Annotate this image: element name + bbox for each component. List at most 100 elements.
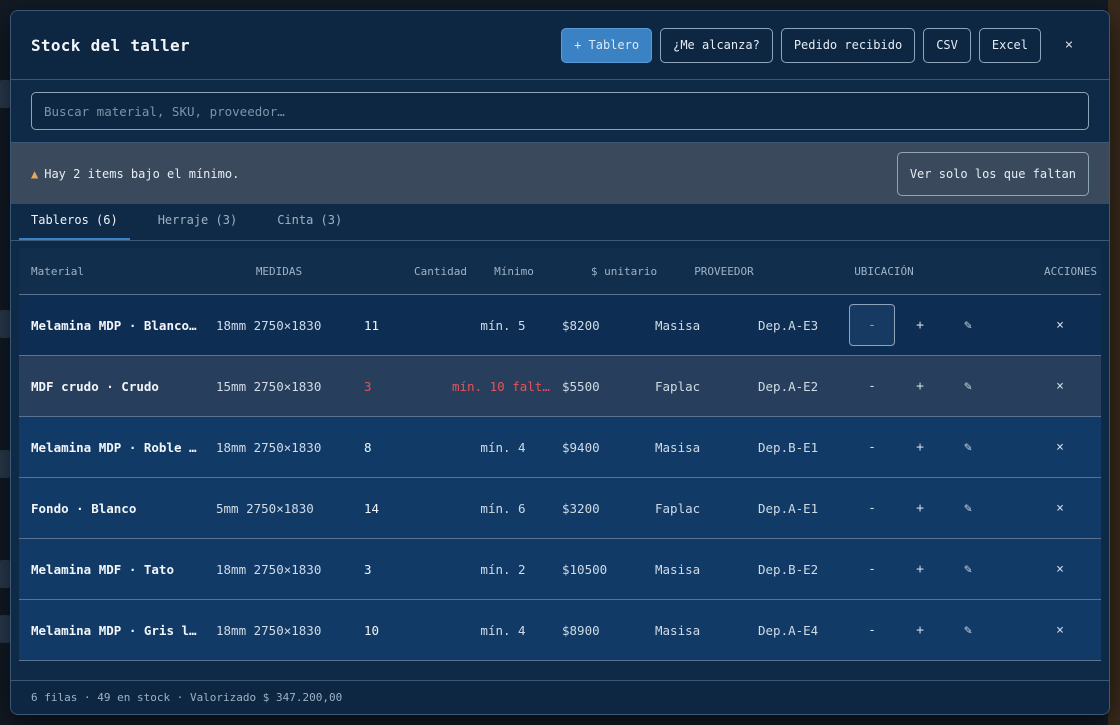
header-minimo[interactable]: Mínimo (464, 265, 554, 278)
cell-medidas: 18mm 2750×1830 (216, 317, 322, 333)
header-unitario[interactable]: $ unitario (554, 265, 674, 278)
show-missing-button[interactable]: Ver solo los que faltan (896, 151, 1089, 196)
cell-proveedor: Masisa (655, 561, 701, 577)
header-medidas[interactable]: MEDIDAS (204, 265, 354, 278)
table-row[interactable]: Fondo · Blanco 5mm 2750×1830 14 mín. 6 $3200… (19, 478, 1101, 539)
background-sidebar-item (0, 615, 10, 643)
cell-cantidad: 10 (364, 622, 380, 638)
edit-icon[interactable]: ✎ (945, 304, 991, 346)
cell-minimo: mín. 4 (480, 439, 526, 455)
cell-proveedor: Faplac (655, 500, 701, 516)
cell-cantidad: 11 (364, 317, 380, 333)
decrease-button[interactable]: - (849, 365, 895, 407)
add-board-button[interactable]: + Tablero (561, 27, 653, 63)
cell-ubicacion: Dep.B-E1 (758, 439, 819, 455)
cell-minimo: mín. 6 (480, 500, 526, 516)
cell-medidas: 18mm 2750×1830 (216, 622, 322, 638)
delete-icon[interactable]: × (1037, 609, 1083, 651)
increase-button[interactable]: + (897, 487, 943, 529)
warning-icon: ▲ (31, 166, 39, 181)
increase-button[interactable]: + (897, 548, 943, 590)
cell-medidas: 15mm 2750×1830 (216, 378, 322, 394)
header-proveedor[interactable]: PROVEEDOR (674, 265, 774, 278)
increase-button[interactable]: + (897, 426, 943, 468)
alert-message: ▲ Hay 2 items bajo el mínimo. (31, 167, 239, 181)
delete-icon[interactable]: × (1037, 304, 1083, 346)
row-actions: - + ✎ × (849, 426, 1101, 468)
cell-cantidad: 14 (364, 500, 380, 516)
row-actions: - + ✎ × (849, 609, 1101, 651)
decrease-button[interactable]: - (849, 609, 895, 651)
cell-unitario: $8900 (562, 622, 600, 638)
background-sidebar-item (0, 310, 10, 338)
row-actions: - + ✎ × (849, 548, 1101, 590)
decrease-button[interactable]: - (849, 548, 895, 590)
order-received-button[interactable]: Pedido recibido (780, 27, 916, 63)
cell-ubicacion: Dep.A-E3 (758, 317, 819, 333)
enough-check-button[interactable]: ¿Me alcanza? (660, 27, 773, 63)
cell-unitario: $8200 (562, 317, 600, 333)
header-cantidad[interactable]: Cantidad (354, 265, 467, 278)
row-actions: - + ✎ × (849, 365, 1101, 407)
increase-button[interactable]: + (897, 304, 943, 346)
row-actions: - + ✎ × (849, 304, 1101, 346)
cell-ubicacion: Dep.A-E4 (758, 622, 819, 638)
delete-icon[interactable]: × (1037, 548, 1083, 590)
cell-unitario: $5500 (562, 378, 600, 394)
increase-button[interactable]: + (897, 609, 943, 651)
stock-table: Material MEDIDAS Cantidad Mínimo $ unita… (19, 248, 1101, 681)
table-row[interactable]: Melamina MDP · Blanco… 18mm 2750×1830 11 mí… (19, 295, 1101, 356)
table-header: Material MEDIDAS Cantidad Mínimo $ unita… (19, 248, 1101, 295)
cell-proveedor: Faplac (655, 378, 701, 394)
delete-icon[interactable]: × (1037, 487, 1083, 529)
row-actions: - + ✎ × (849, 487, 1101, 529)
edit-icon[interactable]: ✎ (945, 487, 991, 529)
decrease-button[interactable]: - (849, 304, 895, 346)
header-acciones: ACCIONES (1044, 264, 1097, 278)
delete-icon[interactable]: × (1037, 426, 1083, 468)
delete-icon[interactable]: × (1037, 365, 1083, 407)
cell-proveedor: Masisa (655, 622, 701, 638)
modal-title: Stock del taller (31, 35, 190, 55)
cell-material: Melamina MDP · Gris l… (31, 622, 197, 638)
cell-material: Melamina MDP · Roble … (31, 439, 197, 455)
cell-medidas: 18mm 2750×1830 (216, 561, 322, 577)
cell-cantidad: 8 (364, 439, 372, 455)
cell-cantidad: 3 (364, 378, 372, 394)
cell-ubicacion: Dep.A-E2 (758, 378, 819, 394)
background-sidebar-item (0, 80, 10, 108)
cell-cantidad: 3 (364, 561, 372, 577)
cell-minimo: mín. 5 (480, 317, 526, 333)
cell-material: Melamina MDF · Tato (31, 561, 174, 577)
cell-material: Melamina MDP · Blanco… (31, 317, 197, 333)
table-row[interactable]: Melamina MDF · Tato 18mm 2750×1830 3 mín. 2… (19, 539, 1101, 600)
cell-proveedor: Masisa (655, 317, 701, 333)
decrease-button[interactable]: - (849, 426, 895, 468)
increase-button[interactable]: + (897, 365, 943, 407)
cell-minimo: mín. 4 (480, 622, 526, 638)
edit-icon[interactable]: ✎ (945, 365, 991, 407)
cell-medidas: 5mm 2750×1830 (216, 500, 314, 516)
cell-proveedor: Masisa (655, 439, 701, 455)
export-csv-button[interactable]: CSV (923, 27, 971, 63)
edit-icon[interactable]: ✎ (945, 548, 991, 590)
tab-tableros[interactable]: Tableros (6) (19, 213, 130, 240)
cell-medidas: 18mm 2750×1830 (216, 439, 322, 455)
cell-unitario: $3200 (562, 500, 600, 516)
table-row[interactable]: Melamina MDP · Gris l… 18mm 2750×1830 10 mí… (19, 600, 1101, 661)
tab-herraje[interactable]: Herraje (3) (146, 213, 249, 240)
stock-modal: Stock del taller + Tablero ¿Me alcanza? … (10, 10, 1110, 715)
header-material[interactable]: Material (19, 265, 204, 278)
table-row[interactable]: MDF crudo · Crudo 15mm 2750×1830 3 mín. 10 … (19, 356, 1101, 417)
tab-cinta[interactable]: Cinta (3) (265, 213, 354, 240)
cell-material: MDF crudo · Crudo (31, 378, 159, 394)
export-excel-button[interactable]: Excel (978, 27, 1041, 63)
search-input[interactable] (31, 92, 1089, 130)
decrease-button[interactable]: - (849, 487, 895, 529)
edit-icon[interactable]: ✎ (945, 609, 991, 651)
close-icon[interactable]: × (1049, 37, 1089, 53)
cell-unitario: $10500 (562, 561, 608, 577)
header-ubicacion[interactable]: UBICACIÓN (774, 265, 944, 278)
edit-icon[interactable]: ✎ (945, 426, 991, 468)
table-row[interactable]: Melamina MDP · Roble … 18mm 2750×1830 8 mín… (19, 417, 1101, 478)
